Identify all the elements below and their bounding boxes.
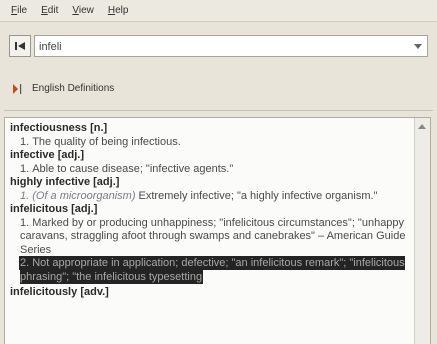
definitions-panel: infectiousness [n.] 1. The quality of bei… xyxy=(4,117,431,344)
menu-edit[interactable]: Edit xyxy=(34,5,65,16)
entry-highly-infective: highly infective [adj.] xyxy=(10,176,406,190)
menu-bar: File Edit View Help xyxy=(0,0,437,22)
entry-infelicitous: infelicitous [adj.] xyxy=(10,203,406,217)
chevron-up-icon xyxy=(418,123,426,129)
sense-highlighted: 2. Not appropriate in application; defect… xyxy=(10,257,406,284)
source-row: English Definitions xyxy=(0,76,437,102)
highlighted-selection: 2. Not appropriate in application; defect… xyxy=(20,257,405,283)
headword: highly infective xyxy=(10,176,91,188)
search-dropdown-button[interactable] xyxy=(409,36,427,56)
search-combobox[interactable] xyxy=(34,35,428,57)
headword: infelicitous xyxy=(10,203,69,215)
expand-source-button[interactable] xyxy=(10,80,24,98)
search-row xyxy=(0,32,437,62)
sense: 1. The quality of being infectious. xyxy=(20,135,181,148)
definitions-content: infectiousness [n.] 1. The quality of bei… xyxy=(10,122,406,300)
part-of-speech: [adv.] xyxy=(80,286,109,298)
sense: 1. Marked by or producing unhappiness; "i… xyxy=(20,216,406,256)
part-of-speech: [n.] xyxy=(90,122,108,134)
entry-infelicitously: infelicitously [adv.] xyxy=(10,286,406,300)
back-to-start-icon xyxy=(15,42,25,50)
back-button[interactable] xyxy=(9,35,31,57)
sense: 1. Able to cause disease; "infective agen… xyxy=(20,162,234,175)
headword: infectiousness xyxy=(10,122,88,134)
entry-infective: infective [adj.] xyxy=(10,149,406,163)
expand-arrow-icon xyxy=(13,84,22,94)
headword: infelicitously xyxy=(10,286,78,298)
menu-help[interactable]: Help xyxy=(101,5,136,16)
chevron-down-icon xyxy=(414,43,422,49)
part-of-speech: [adj.] xyxy=(57,149,84,161)
menu-file[interactable]: File xyxy=(4,5,34,16)
divider xyxy=(4,110,433,111)
menu-view[interactable]: View xyxy=(65,5,101,16)
scroll-up-button[interactable] xyxy=(414,118,430,134)
source-label: English Definitions xyxy=(32,83,115,94)
search-input[interactable] xyxy=(39,39,399,54)
vertical-scrollbar[interactable] xyxy=(414,118,430,344)
sense: 1. (Of a microorganism) Extremely infecti… xyxy=(20,189,378,202)
part-of-speech: [adj.] xyxy=(71,203,98,215)
part-of-speech: [adj.] xyxy=(93,176,120,188)
headword: infective xyxy=(10,149,55,161)
entry-infectiousness: infectiousness [n.] xyxy=(10,122,406,136)
